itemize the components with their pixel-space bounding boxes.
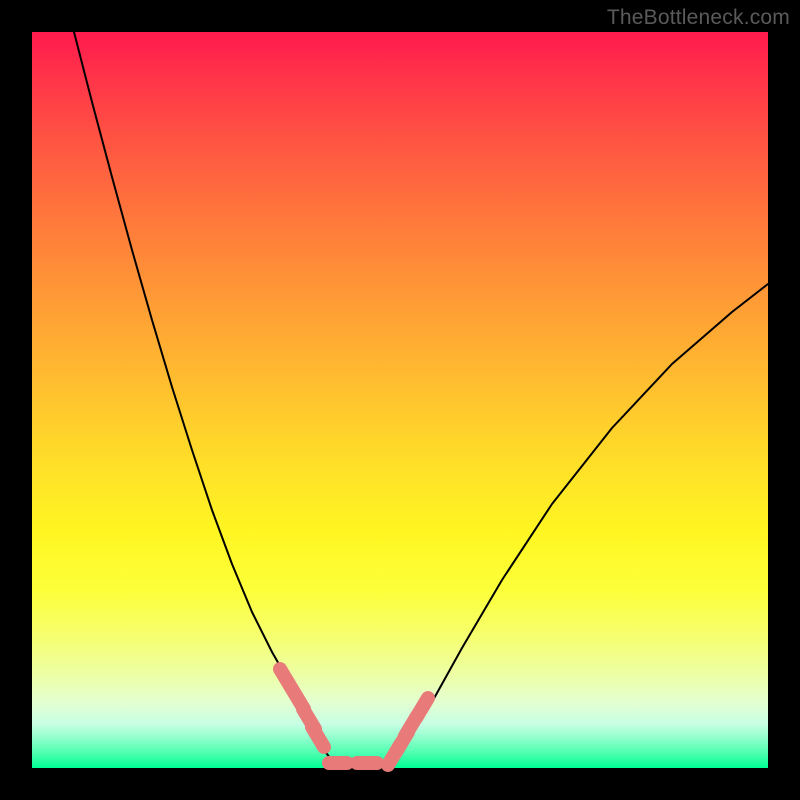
marker-group-left — [280, 669, 324, 747]
plot-area — [32, 32, 768, 768]
marker-group-right — [388, 698, 428, 765]
chart-container: TheBottleneck.com — [0, 0, 800, 800]
curve-left — [74, 32, 335, 763]
marker-tick — [416, 698, 428, 718]
watermark-text: TheBottleneck.com — [607, 6, 790, 30]
marker-tick — [312, 727, 324, 747]
curve-svg — [32, 32, 768, 768]
curve-right — [387, 284, 768, 763]
